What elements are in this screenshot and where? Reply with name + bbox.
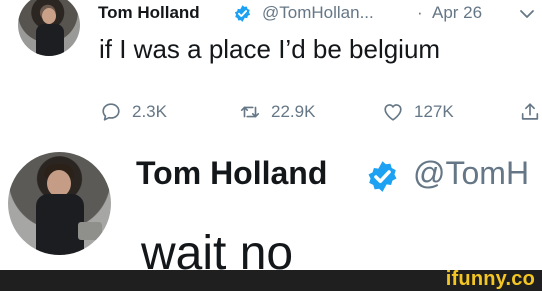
avatar-body [36,194,84,255]
avatar[interactable] [8,152,111,255]
tweet-actions: 2.3K 22.9K 127K [0,98,542,128]
share-button[interactable] [519,98,541,126]
heart-icon [384,104,402,121]
verified-badge-icon [234,5,251,22]
retweet-icon [240,106,260,118]
share-icon [521,103,539,120]
author-name[interactable]: Tom Holland [136,155,327,192]
author-name[interactable]: Tom Holland [98,3,200,23]
avatar-body [36,24,64,56]
reply-button[interactable]: 2.3K [100,98,167,126]
avatar-bag [78,222,102,240]
chevron-down-icon[interactable] [519,6,535,22]
tweet-top: Tom Holland @TomHollan... · Apr 26 if I … [0,0,542,135]
separator-dot: · [417,3,423,22]
verified-badge-icon [368,161,397,192]
author-handle[interactable]: @TomHollan... [262,3,374,23]
watermark-bar: ifunny.co [0,268,542,291]
like-count: 127K [414,102,454,121]
author-handle[interactable]: @TomH [413,155,529,192]
avatar[interactable] [18,0,80,56]
reply-count: 2.3K [132,102,167,121]
like-button[interactable]: 127K [382,98,454,126]
retweet-count: 22.9K [271,102,316,121]
retweet-button[interactable]: 22.9K [239,98,315,126]
reply-icon [102,103,120,121]
ifunny-watermark: ifunny.co [445,268,535,290]
tweet-date[interactable]: Apr 26 [432,3,482,23]
tweet-text: if I was a place I’d be belgium [99,34,441,64]
avatar-face [42,8,56,24]
avatar-face [47,170,71,197]
